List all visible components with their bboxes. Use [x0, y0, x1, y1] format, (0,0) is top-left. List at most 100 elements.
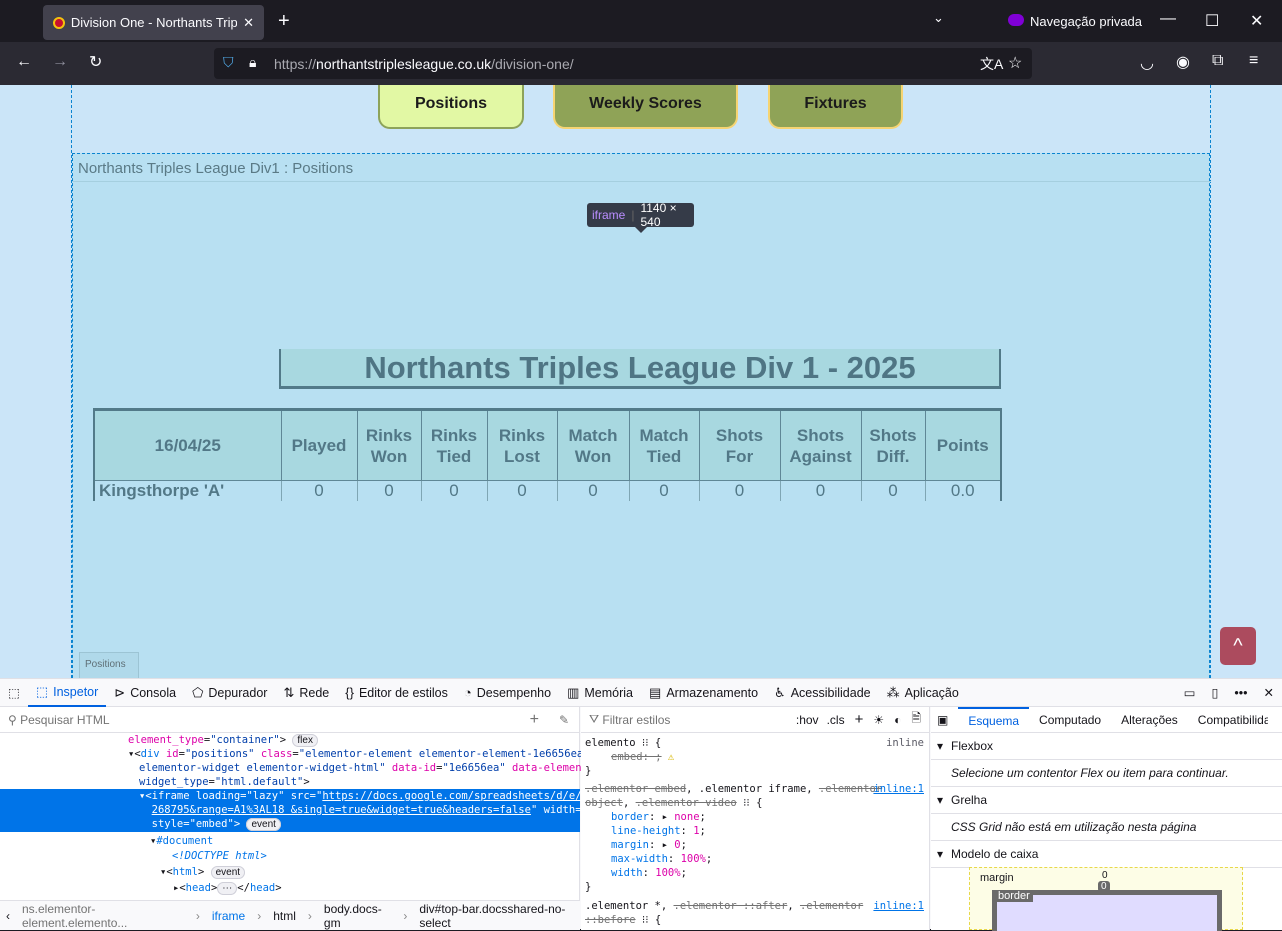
new-tab-button[interactable]: +	[278, 10, 290, 33]
flexbox-title: Flexbox	[951, 739, 994, 753]
rule-decl[interactable]: max-width: 100%;	[611, 852, 712, 866]
tree-line[interactable]: elementor-widget elementor-widget-html" …	[139, 761, 601, 775]
grid-section-header[interactable]: ▾ Grelha	[931, 787, 1282, 814]
crumb-prev-icon[interactable]: ‹	[6, 909, 10, 923]
shield-icon: ⛉	[223, 54, 234, 70]
dark-scheme-icon[interactable]: ◐	[894, 713, 901, 727]
column-header: Rinks Lost	[486, 409, 558, 481]
layout-pane: ▣ Esquema Computado Alterações Compatibilida…	[931, 706, 1282, 931]
reload-button[interactable]: ↻	[89, 52, 102, 72]
crumb-separator: ›	[257, 908, 262, 923]
bookmark-star-icon[interactable]: ☆	[1008, 53, 1022, 73]
layout-tab[interactable]: Alterações	[1111, 708, 1188, 732]
column-header: Shots Against	[779, 409, 862, 481]
back-button[interactable]: ←	[16, 53, 32, 71]
close-tab-icon[interactable]: ✕	[243, 15, 254, 31]
devtools-toolbar: ⬚ ⬚ Inspetor ⊳ Consola ⬠ Depurador ⇅ Rede {} Edit…	[0, 679, 1282, 707]
devtools-tab-acessibilidade[interactable]: ♿︎ Acessibilidade	[766, 679, 879, 707]
devtools-tab-inspetor[interactable]: ⬚ Inspetor	[27, 679, 107, 707]
responsive-icon[interactable]: ▯	[1203, 679, 1226, 707]
sidebar-toggle-icon[interactable]: ▣	[937, 713, 948, 727]
date-header: 16/04/25	[93, 409, 282, 481]
element-picker-icon[interactable]: ⬚	[0, 679, 28, 707]
add-rule-icon[interactable]: +	[855, 711, 864, 728]
light-scheme-icon[interactable]: ☀	[873, 713, 884, 727]
devtools-tab-memória[interactable]: ▥ Memória	[559, 679, 641, 707]
devtools-tab-desempenho[interactable]: ◔ Desempenho	[456, 679, 559, 707]
boxmodel-section-header[interactable]: ▾ Modelo de caixa	[931, 841, 1282, 868]
cls-toggle[interactable]: .cls	[827, 713, 845, 727]
translate-icon[interactable]: 文A	[980, 54, 1003, 74]
devtools-tab-icon: ⁂	[886, 684, 900, 700]
nav-fixtures-button[interactable]: Fixtures	[768, 85, 903, 129]
rule-source-link[interactable]: inline:1	[873, 899, 924, 913]
filter-styles-input[interactable]: Filtrar estilos	[602, 713, 670, 727]
account-icon[interactable]: ◉	[1176, 52, 1190, 72]
header-word: Shots	[715, 425, 764, 445]
forward-button[interactable]: →	[52, 53, 68, 71]
layout-tab[interactable]: Esquema	[958, 706, 1030, 733]
column-header: Match Tied	[628, 409, 700, 481]
flexbox-message: Selecione um contentor Flex ou item para…	[931, 760, 1282, 787]
devtools-tab-aplicação[interactable]: ⁂ Aplicação	[879, 679, 967, 707]
extensions-icon[interactable]: ⧉	[1212, 52, 1223, 70]
add-node-icon[interactable]: +	[530, 711, 539, 729]
flexbox-section-header[interactable]: ▾ Flexbox	[931, 733, 1282, 760]
column-header: Shots For	[698, 409, 781, 481]
nav-weekly-scores-button[interactable]: Weekly Scores	[553, 85, 738, 129]
nav-positions-button[interactable]: Positions	[378, 85, 524, 129]
search-html-input[interactable]: Pesquisar HTML	[20, 713, 109, 727]
layout-tab[interactable]: Computado	[1029, 708, 1111, 732]
maximize-button[interactable]: ☐	[1205, 11, 1219, 31]
pocket-icon[interactable]: ◡	[1140, 53, 1154, 73]
breadcrumb-item[interactable]: body.docs-gm	[324, 902, 391, 930]
selected-iframe-node[interactable]: ▾<iframe loading="lazy" src="https://doc…	[0, 789, 601, 832]
tree-line[interactable]: element_type="container"> flex	[128, 733, 318, 748]
tab-title: Division One - Northants Triples League	[70, 15, 238, 30]
url-bar[interactable]: ⛉ 🔒︎ https://northantstriplesleague.co.u…	[214, 48, 1032, 79]
devtools-tab-editor-de-estilos[interactable]: {} Editor de estilos	[337, 679, 456, 707]
rule-source-link[interactable]: inline:1	[873, 782, 924, 796]
border-label: border	[995, 890, 1033, 902]
breadcrumb-item[interactable]: div#top-bar.docsshared-no-select	[419, 902, 580, 930]
tree-line[interactable]: <!DOCTYPE html>	[172, 849, 267, 863]
breadcrumb: ‹ ns.elementor-element.elemento... › iframe…	[0, 900, 580, 930]
dock-icon[interactable]: ▭	[1176, 679, 1204, 707]
tree-line[interactable]: ▾<div id="positions" class="elementor-el…	[128, 747, 596, 761]
breadcrumb-item[interactable]: ns.elementor-element.elemento...	[22, 902, 184, 930]
print-icon[interactable]: 🗎	[911, 709, 921, 730]
scroll-to-top-button[interactable]: ^	[1220, 627, 1256, 665]
browser-tab[interactable]: Division One - Northants Triples League …	[43, 5, 264, 40]
list-tabs-chevron-icon[interactable]: ⌄	[933, 10, 944, 26]
tree-line[interactable]: ▾#document	[150, 834, 213, 848]
border-value[interactable]: 0	[1098, 881, 1110, 892]
rule-selector: .elementor embed, .elementor iframe, .el…	[585, 782, 924, 796]
breadcrumb-item[interactable]: iframe	[212, 909, 245, 923]
tree-line[interactable]: ▸<head> ⋯ </head>	[173, 881, 282, 896]
sheet-tab-positions[interactable]: Positions	[79, 652, 139, 678]
hov-toggle[interactable]: :hov	[796, 713, 819, 727]
devtools-tab-depurador[interactable]: ⬠ Depurador	[184, 679, 275, 707]
close-window-button[interactable]: ✕	[1250, 11, 1263, 31]
devtools-tab-armazenamento[interactable]: ▤ Armazenamento	[641, 679, 766, 707]
breadcrumb-item[interactable]: html	[273, 909, 296, 923]
tab-label: Desempenho	[476, 685, 552, 700]
devtools-panel: ⬚ ⬚ Inspetor ⊳ Consola ⬠ Depurador ⇅ Rede {} Edit…	[0, 678, 1282, 931]
more-icon[interactable]: •••	[1226, 679, 1255, 707]
devtools-tab-rede[interactable]: ⇅ Rede	[275, 679, 337, 707]
devtools-tab-consola[interactable]: ⊳ Consola	[106, 679, 184, 707]
layout-tab[interactable]: Compatibilidade	[1188, 708, 1268, 732]
eyedropper-icon[interactable]: ✎	[559, 713, 569, 727]
rule-decl[interactable]: margin: ▸ 0;	[611, 838, 687, 852]
menu-icon[interactable]: ≡	[1249, 52, 1258, 70]
rule-close: }	[585, 881, 592, 893]
tree-line[interactable]: widget_type="html.default">	[139, 775, 310, 789]
margin-value[interactable]: 0	[1102, 870, 1108, 881]
rule-decl[interactable]: border: ▸ none;	[611, 810, 706, 824]
rule-decl[interactable]: embed: ; ⚠	[611, 750, 674, 764]
rule-decl[interactable]: line-height: 1;	[611, 824, 706, 838]
rule-decl[interactable]: width: 100%;	[611, 866, 687, 880]
close-devtools-icon[interactable]: ✕	[1256, 679, 1282, 707]
minimize-button[interactable]: —	[1160, 10, 1176, 28]
tree-line[interactable]: ▾<html> event	[160, 865, 246, 880]
